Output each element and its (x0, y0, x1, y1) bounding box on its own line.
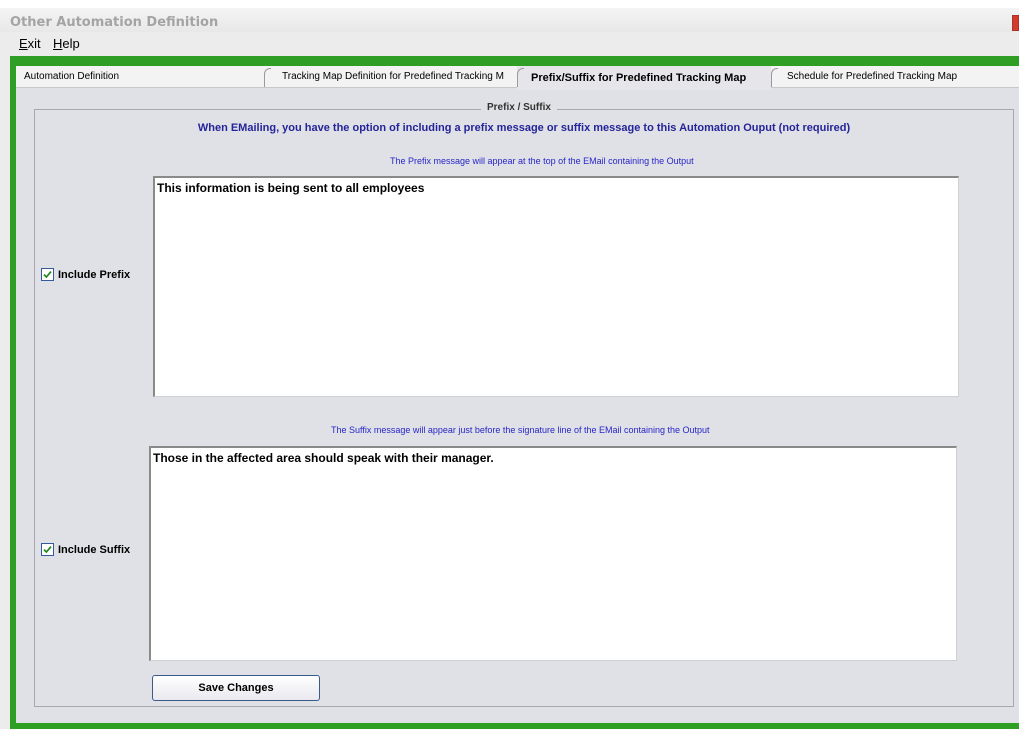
tab-container-frame: Automation Definition Tracking Map Defin… (10, 56, 1019, 729)
include-prefix-label: Include Prefix (58, 268, 131, 281)
checkmark-icon (43, 271, 52, 279)
group-title: Prefix / Suffix (481, 102, 557, 113)
tab-prefix-suffix[interactable]: Prefix/Suffix for Predefined Tracking Ma… (517, 66, 771, 90)
tab-separator (264, 68, 271, 87)
suffix-textarea[interactable]: Those in the affected area should speak … (149, 446, 957, 661)
tab-label: Schedule for Predefined Tracking Map (787, 71, 958, 82)
menu-exit-mnemonic: E (19, 36, 28, 51)
menu-help-rest: elp (62, 36, 80, 51)
menu-bar: Exit Help (0, 34, 1019, 54)
tab-separator (771, 68, 778, 87)
include-prefix-checkbox[interactable]: Include Prefix (41, 268, 130, 281)
tab-automation-definition[interactable]: Automation Definition (16, 66, 264, 88)
checkmark-icon (43, 546, 52, 554)
menu-help-mnemonic: H (53, 36, 63, 51)
tab-tracking-map-definition[interactable]: Tracking Map Definition for Predefined T… (264, 66, 517, 88)
tab-strip: Automation Definition Tracking Map Defin… (16, 66, 1019, 90)
title-bar: Other Automation Definition (0, 8, 1019, 32)
checkbox-box[interactable] (41, 268, 54, 281)
tab-label: Prefix/Suffix for Predefined Tracking Ma… (531, 72, 747, 84)
close-button[interactable] (1012, 15, 1019, 31)
tab-label: Tracking Map Definition for Predefined T… (282, 71, 504, 82)
checkbox-box[interactable] (41, 543, 54, 556)
menu-exit-rest: xit (27, 36, 41, 51)
menu-exit[interactable]: Exit (19, 36, 41, 51)
intro-text: When EMailing, you have the option of in… (197, 122, 851, 134)
prefix-suffix-groupbox: Prefix / Suffix When EMailing, you have … (34, 102, 1014, 707)
window-title: Other Automation Definition (10, 15, 219, 30)
tab-label: Automation Definition (24, 71, 120, 82)
save-changes-button[interactable]: Save Changes (152, 675, 320, 701)
tab-schedule[interactable]: Schedule for Predefined Tracking Map (771, 66, 1019, 88)
suffix-hint: The Suffix message will appear just befo… (331, 425, 710, 435)
menu-help[interactable]: Help (53, 36, 80, 51)
tab-content: Automation Definition Tracking Map Defin… (16, 66, 1019, 723)
include-suffix-label: Include Suffix (58, 543, 131, 556)
app-window: Other Automation Definition Exit Help Au… (0, 8, 1019, 729)
tab-separator (517, 68, 524, 87)
include-suffix-checkbox[interactable]: Include Suffix (41, 543, 130, 556)
prefix-textarea[interactable]: This information is being sent to all em… (153, 176, 959, 397)
prefix-hint: The Prefix message will appear at the to… (390, 156, 694, 166)
